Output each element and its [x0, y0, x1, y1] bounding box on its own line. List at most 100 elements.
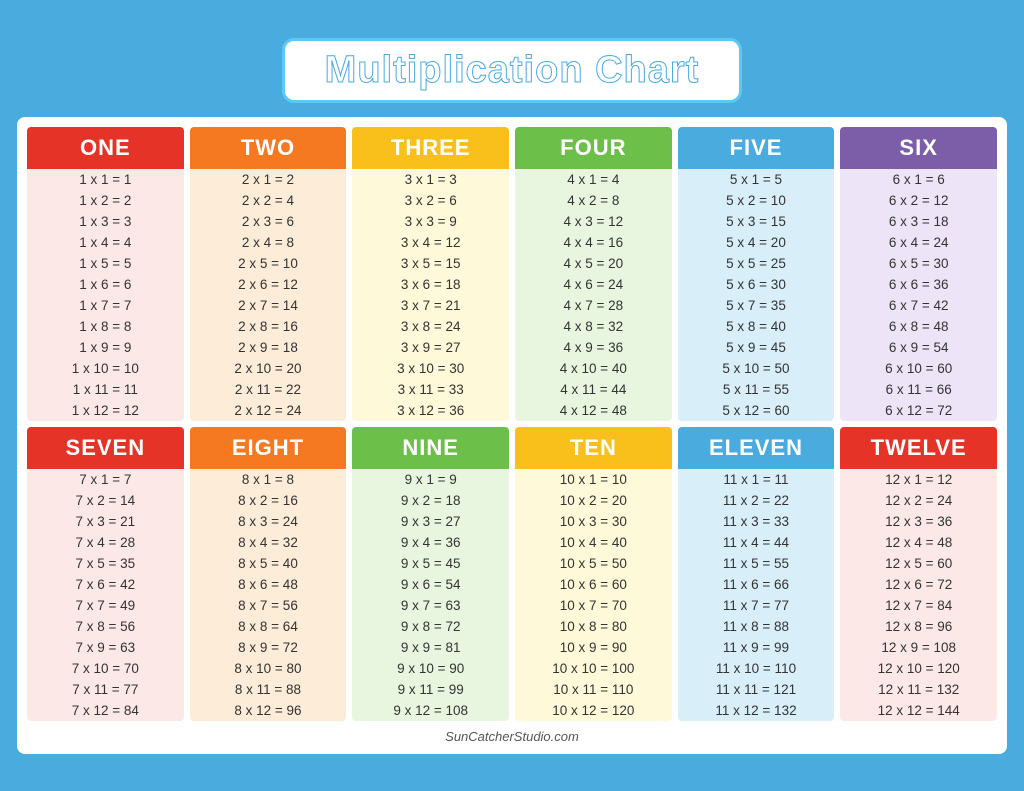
table-row: 1 x 4 = 4 [27, 232, 184, 253]
table-body-ten: 10 x 1 = 1010 x 2 = 2010 x 3 = 3010 x 4 … [515, 469, 672, 721]
table-row: 10 x 5 = 50 [515, 553, 672, 574]
table-row: 12 x 10 = 120 [840, 658, 997, 679]
table-row: 3 x 7 = 21 [352, 295, 509, 316]
table-row: 6 x 11 = 66 [840, 379, 997, 400]
table-section-nine: NINE9 x 1 = 99 x 2 = 189 x 3 = 279 x 4 =… [352, 427, 509, 721]
table-section-seven: SEVEN7 x 1 = 77 x 2 = 147 x 3 = 217 x 4 … [27, 427, 184, 721]
table-header-twelve: TWELVE [840, 427, 997, 469]
table-row: 11 x 9 = 99 [678, 637, 835, 658]
table-body-five: 5 x 1 = 55 x 2 = 105 x 3 = 155 x 4 = 205… [678, 169, 835, 421]
table-row: 2 x 4 = 8 [190, 232, 347, 253]
table-row: 7 x 3 = 21 [27, 511, 184, 532]
table-row: 8 x 4 = 32 [190, 532, 347, 553]
table-row: 10 x 7 = 70 [515, 595, 672, 616]
table-row: 5 x 3 = 15 [678, 211, 835, 232]
table-row: 6 x 7 = 42 [840, 295, 997, 316]
table-row: 6 x 10 = 60 [840, 358, 997, 379]
table-body-twelve: 12 x 1 = 1212 x 2 = 2412 x 3 = 3612 x 4 … [840, 469, 997, 721]
table-header-two: TWO [190, 127, 347, 169]
table-row: 8 x 7 = 56 [190, 595, 347, 616]
table-row: 5 x 1 = 5 [678, 169, 835, 190]
table-row: 4 x 1 = 4 [515, 169, 672, 190]
table-header-five: FIVE [678, 127, 835, 169]
table-row: 8 x 10 = 80 [190, 658, 347, 679]
table-row: 1 x 5 = 5 [27, 253, 184, 274]
table-row: 9 x 5 = 45 [352, 553, 509, 574]
table-row: 10 x 2 = 20 [515, 490, 672, 511]
table-row: 11 x 2 = 22 [678, 490, 835, 511]
table-row: 11 x 4 = 44 [678, 532, 835, 553]
table-row: 3 x 11 = 33 [352, 379, 509, 400]
table-row: 4 x 2 = 8 [515, 190, 672, 211]
table-row: 7 x 6 = 42 [27, 574, 184, 595]
table-row: 1 x 10 = 10 [27, 358, 184, 379]
table-row: 10 x 6 = 60 [515, 574, 672, 595]
table-row: 4 x 3 = 12 [515, 211, 672, 232]
table-section-eleven: ELEVEN11 x 1 = 1111 x 2 = 2211 x 3 = 331… [678, 427, 835, 721]
table-row: 4 x 5 = 20 [515, 253, 672, 274]
table-row: 6 x 2 = 12 [840, 190, 997, 211]
table-row: 10 x 12 = 120 [515, 700, 672, 721]
table-row: 11 x 6 = 66 [678, 574, 835, 595]
table-row: 6 x 12 = 72 [840, 400, 997, 421]
table-header-one: ONE [27, 127, 184, 169]
table-row: 5 x 6 = 30 [678, 274, 835, 295]
table-row: 10 x 3 = 30 [515, 511, 672, 532]
table-row: 5 x 10 = 50 [678, 358, 835, 379]
table-body-one: 1 x 1 = 11 x 2 = 21 x 3 = 31 x 4 = 41 x … [27, 169, 184, 421]
table-row: 9 x 3 = 27 [352, 511, 509, 532]
table-row: 1 x 3 = 3 [27, 211, 184, 232]
table-row: 10 x 10 = 100 [515, 658, 672, 679]
table-row: 7 x 8 = 56 [27, 616, 184, 637]
table-row: 3 x 1 = 3 [352, 169, 509, 190]
table-row: 12 x 7 = 84 [840, 595, 997, 616]
table-row: 3 x 5 = 15 [352, 253, 509, 274]
table-header-six: SIX [840, 127, 997, 169]
table-row: 1 x 6 = 6 [27, 274, 184, 295]
table-section-ten: TEN10 x 1 = 1010 x 2 = 2010 x 3 = 3010 x… [515, 427, 672, 721]
table-header-three: THREE [352, 127, 509, 169]
table-row: 2 x 11 = 22 [190, 379, 347, 400]
table-row: 6 x 5 = 30 [840, 253, 997, 274]
table-row: 9 x 9 = 81 [352, 637, 509, 658]
table-row: 4 x 12 = 48 [515, 400, 672, 421]
table-section-eight: EIGHT8 x 1 = 88 x 2 = 168 x 3 = 248 x 4 … [190, 427, 347, 721]
table-row: 5 x 12 = 60 [678, 400, 835, 421]
table-section-four: FOUR4 x 1 = 44 x 2 = 84 x 3 = 124 x 4 = … [515, 127, 672, 421]
table-row: 3 x 9 = 27 [352, 337, 509, 358]
table-row: 12 x 2 = 24 [840, 490, 997, 511]
table-row: 8 x 12 = 96 [190, 700, 347, 721]
table-header-ten: TEN [515, 427, 672, 469]
table-row: 12 x 12 = 144 [840, 700, 997, 721]
table-row: 9 x 12 = 108 [352, 700, 509, 721]
table-row: 12 x 1 = 12 [840, 469, 997, 490]
table-row: 4 x 9 = 36 [515, 337, 672, 358]
table-row: 9 x 1 = 9 [352, 469, 509, 490]
table-row: 4 x 6 = 24 [515, 274, 672, 295]
table-row: 1 x 8 = 8 [27, 316, 184, 337]
multiplication-grid: ONE1 x 1 = 11 x 2 = 21 x 3 = 31 x 4 = 41… [27, 127, 997, 721]
table-row: 6 x 4 = 24 [840, 232, 997, 253]
table-row: 4 x 11 = 44 [515, 379, 672, 400]
table-body-eleven: 11 x 1 = 1111 x 2 = 2211 x 3 = 3311 x 4 … [678, 469, 835, 721]
table-row: 6 x 1 = 6 [840, 169, 997, 190]
table-row: 12 x 11 = 132 [840, 679, 997, 700]
table-row: 1 x 12 = 12 [27, 400, 184, 421]
table-body-three: 3 x 1 = 33 x 2 = 63 x 3 = 93 x 4 = 123 x… [352, 169, 509, 421]
table-row: 11 x 7 = 77 [678, 595, 835, 616]
table-row: 2 x 1 = 2 [190, 169, 347, 190]
table-row: 6 x 8 = 48 [840, 316, 997, 337]
table-row: 11 x 5 = 55 [678, 553, 835, 574]
table-row: 3 x 8 = 24 [352, 316, 509, 337]
table-row: 3 x 2 = 6 [352, 190, 509, 211]
table-row: 8 x 6 = 48 [190, 574, 347, 595]
table-header-seven: SEVEN [27, 427, 184, 469]
table-header-eight: EIGHT [190, 427, 347, 469]
table-body-two: 2 x 1 = 22 x 2 = 42 x 3 = 62 x 4 = 82 x … [190, 169, 347, 421]
table-row: 10 x 4 = 40 [515, 532, 672, 553]
table-row: 10 x 11 = 110 [515, 679, 672, 700]
table-body-six: 6 x 1 = 66 x 2 = 126 x 3 = 186 x 4 = 246… [840, 169, 997, 421]
table-row: 5 x 2 = 10 [678, 190, 835, 211]
table-row: 3 x 6 = 18 [352, 274, 509, 295]
table-row: 2 x 8 = 16 [190, 316, 347, 337]
